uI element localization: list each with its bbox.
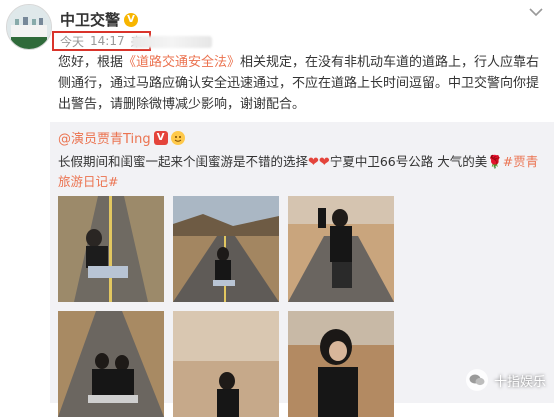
photo-4[interactable]	[58, 311, 164, 417]
rose-icon: 🌹	[487, 154, 503, 169]
smile-emoji-icon	[170, 130, 185, 145]
repost-text-1: 长假期间和闺蜜一起来个闺蜜游是不错的选择	[58, 154, 309, 169]
law-link[interactable]: 《道路交通安全法》	[123, 55, 240, 70]
repost-author[interactable]: @演员贾青Ting V	[58, 128, 185, 147]
watermark-label: 十指娱乐	[493, 374, 546, 390]
author-name-text[interactable]: 中卫交警	[60, 9, 120, 30]
chevron-down-icon[interactable]	[528, 6, 544, 18]
repost-card[interactable]: @演员贾青Ting V 长假期间和闺蜜一起来个闺蜜游是不错的选择❤❤宁夏中卫66…	[50, 122, 554, 417]
photo-1[interactable]	[58, 196, 164, 302]
time-day: 今天	[60, 34, 85, 49]
verified-badge-icon: V	[124, 12, 139, 27]
watermark: 十指娱乐	[465, 369, 546, 391]
author-name[interactable]: 中卫交警 V	[60, 9, 139, 30]
photo-3[interactable]	[288, 196, 394, 302]
photo-6[interactable]	[288, 311, 394, 417]
photo-2[interactable]	[173, 196, 279, 302]
author-avatar[interactable]	[6, 4, 52, 50]
repost-author-name[interactable]: @演员贾青Ting	[58, 128, 151, 147]
heart-icon: ❤❤	[308, 155, 330, 170]
repost-text-2: 宁夏中卫66号公路 大气的美	[329, 154, 488, 169]
photo-5[interactable]	[173, 311, 279, 417]
time-clock: 14:17	[90, 34, 125, 48]
post-body: 您好，根据《道路交通安全法》相关规定，在没有非机动车道的道路上，行人应靠右侧通行…	[58, 52, 548, 115]
wechat-icon	[465, 369, 488, 391]
blurred-source	[132, 36, 212, 48]
repost-text: 长假期间和闺蜜一起来个闺蜜游是不错的选择❤❤宁夏中卫66号公路 大气的美🌹#贾青…	[58, 152, 548, 191]
post-text-1: 您好，根据	[58, 55, 124, 70]
verified-v-icon: V	[153, 130, 168, 145]
